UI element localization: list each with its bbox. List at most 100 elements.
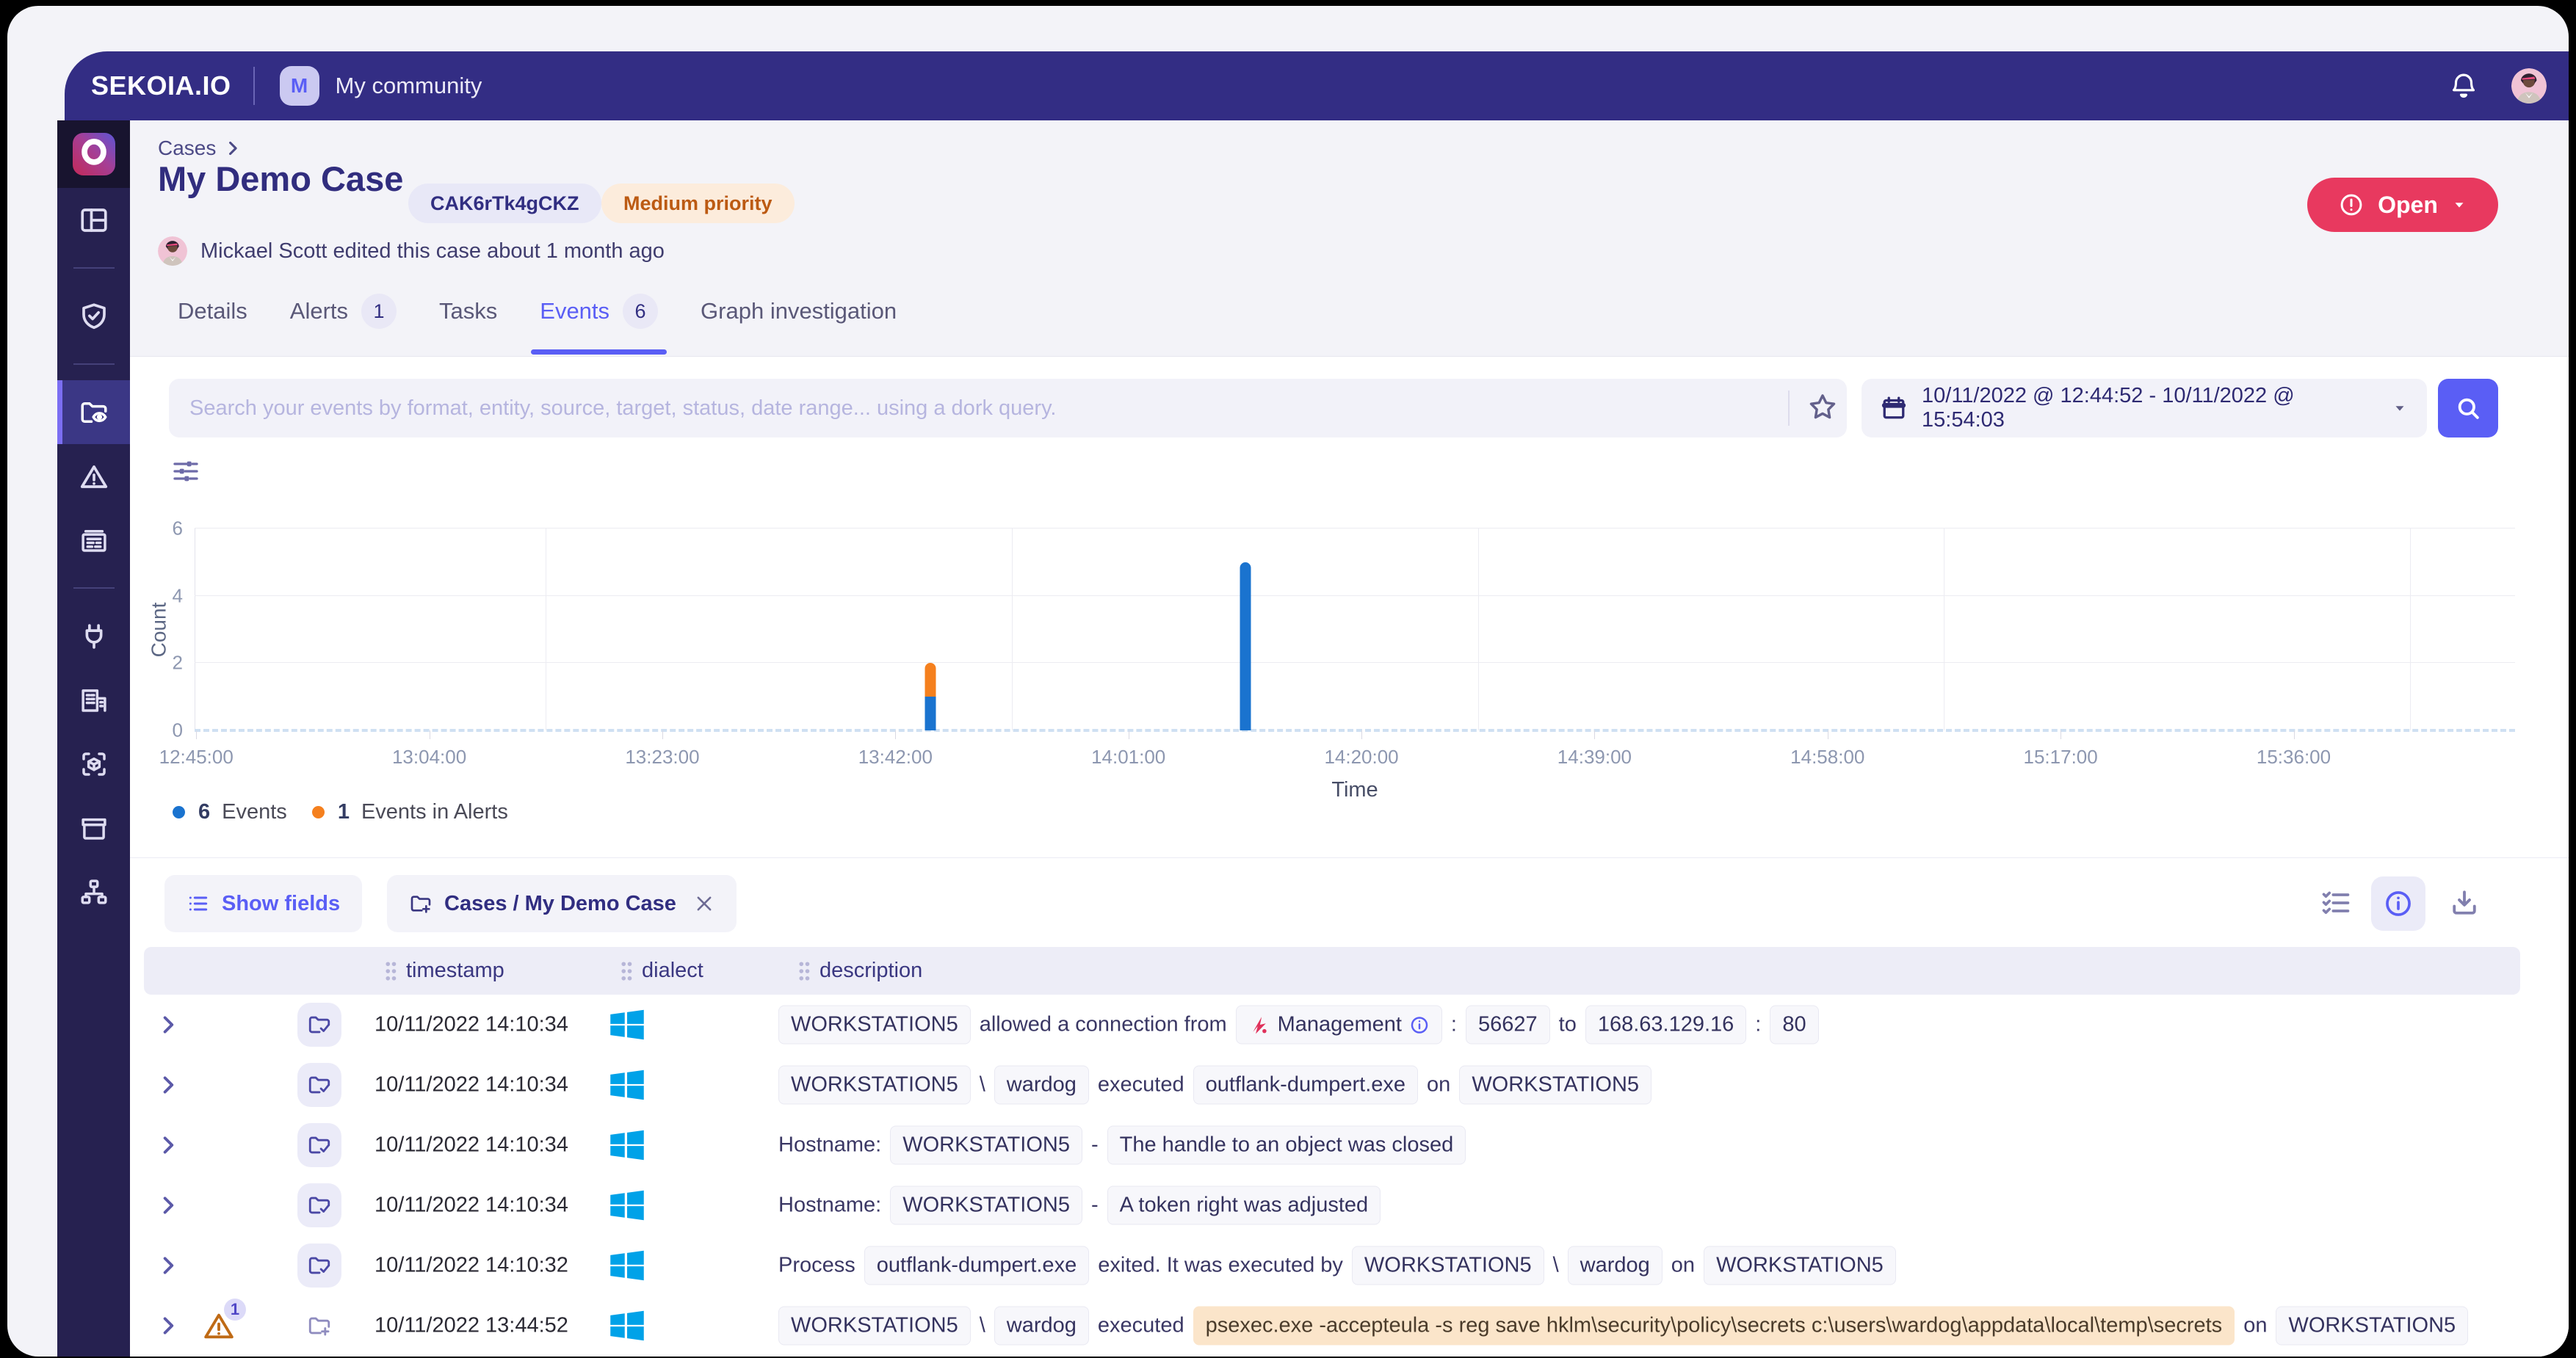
expand-chevron-icon[interactable] <box>158 1315 178 1336</box>
folder-plus-icon[interactable] <box>297 1304 341 1348</box>
folder-check-icon[interactable] <box>297 1243 341 1288</box>
histogram-bar[interactable] <box>1240 562 1251 730</box>
show-fields-button[interactable]: Show fields <box>164 875 362 932</box>
value-chip[interactable]: The handle to an object was closed <box>1107 1126 1466 1165</box>
sidebar-item-hierarchy[interactable] <box>57 860 130 923</box>
user-avatar[interactable] <box>2511 68 2547 104</box>
column-label: dialect <box>642 959 703 983</box>
intel-chip[interactable]: Management <box>1236 1006 1442 1045</box>
info-icon[interactable] <box>2371 876 2425 931</box>
highlighted-command-chip[interactable]: psexec.exe -accepteula -s reg save hklm\… <box>1193 1307 2235 1346</box>
value-chip[interactable]: A token right was adjusted <box>1107 1186 1381 1225</box>
sidebar-item-assets[interactable] <box>57 732 130 796</box>
search-button[interactable] <box>2438 379 2498 437</box>
tab-count-badge: 6 <box>623 294 658 329</box>
tab-alerts[interactable]: Alerts1 <box>290 294 397 329</box>
tab-label: Events <box>540 298 609 324</box>
sidebar-item-cases[interactable] <box>57 380 130 444</box>
folder-check-icon[interactable] <box>297 1123 341 1167</box>
star-icon[interactable] <box>1806 391 1839 424</box>
expand-chevron-icon[interactable] <box>158 1135 178 1155</box>
expand-chevron-icon[interactable] <box>158 1014 178 1035</box>
value-chip[interactable]: wardog <box>1568 1246 1663 1285</box>
sekoia-logo[interactable] <box>57 120 130 188</box>
x-tick-label: 12:45:00 <box>159 746 234 769</box>
value-chip[interactable]: WORKSTATION5 <box>890 1186 1082 1225</box>
tab-tasks[interactable]: Tasks <box>439 298 497 324</box>
folder-check-icon[interactable] <box>297 1003 341 1047</box>
value-chip[interactable]: 168.63.129.16 <box>1585 1006 1746 1045</box>
column-header-timestamp[interactable]: timestamp <box>384 947 504 995</box>
download-icon[interactable] <box>2441 879 2488 926</box>
topbar-divider <box>253 67 255 105</box>
column-header-description[interactable]: description <box>797 947 922 995</box>
breadcrumb-cases[interactable]: Cases <box>158 137 216 160</box>
folder-check-icon[interactable] <box>297 1063 341 1107</box>
value-chip[interactable]: 56627 <box>1466 1006 1550 1045</box>
info-icon[interactable] <box>1409 1014 1430 1035</box>
table-body: 10/11/2022 14:10:34WORKSTATION5allowed a… <box>130 995 2569 1357</box>
bar-segment[interactable] <box>925 663 936 697</box>
value-chip[interactable]: WORKSTATION5 <box>1352 1246 1544 1285</box>
table-row[interactable]: 10/11/2022 14:10:32Processoutflank-dumpe… <box>130 1235 2569 1296</box>
value-chip[interactable]: WORKSTATION5 <box>778 1066 971 1105</box>
value-chip[interactable]: WORKSTATION5 <box>1704 1246 1896 1285</box>
events-histogram: 0246 12:45:00 13:04:00 13:23:00 13:42:00… <box>195 529 2515 730</box>
expand-chevron-icon[interactable] <box>158 1075 178 1095</box>
value-chip[interactable]: WORKSTATION5 <box>890 1126 1082 1165</box>
sidebar-item-dashboard[interactable] <box>57 188 130 252</box>
date-range-picker[interactable]: 10/11/2022 @ 12:44:52 - 10/11/2022 @ 15:… <box>1862 379 2427 437</box>
open-status-button[interactable]: Open <box>2307 178 2498 232</box>
sidebar-item-archive[interactable] <box>57 796 130 860</box>
drag-handle-icon[interactable] <box>384 960 399 982</box>
value-chip[interactable]: WORKSTATION5 <box>1459 1066 1651 1105</box>
chart-settings-icon[interactable] <box>171 457 200 486</box>
bar-segment[interactable] <box>925 697 936 730</box>
sidebar-item-integrations[interactable] <box>57 604 130 668</box>
folder-check-icon[interactable] <box>297 1183 341 1227</box>
legend-label[interactable]: Events in Alerts <box>361 800 508 824</box>
value-chip[interactable]: WORKSTATION5 <box>778 1307 971 1346</box>
table-row[interactable]: 10/11/2022 14:10:34Hostname:WORKSTATION5… <box>130 1115 2569 1175</box>
table-row[interactable]: 10/11/2022 14:10:34Hostname:WORKSTATION5… <box>130 1175 2569 1235</box>
table-row[interactable]: 10/11/2022 14:10:34WORKSTATION5\wardogex… <box>130 1055 2569 1115</box>
community-selector[interactable]: My community <box>336 73 482 99</box>
alert-warning-icon[interactable]: 1 <box>200 1309 239 1343</box>
bar-segment[interactable] <box>1240 562 1251 730</box>
legend-label[interactable]: Events <box>222 800 287 824</box>
search-input[interactable] <box>169 379 1847 437</box>
value-chip[interactable]: wardog <box>994 1307 1089 1346</box>
notifications-bell-icon[interactable] <box>2448 70 2479 101</box>
value-chip[interactable]: outflank-dumpert.exe <box>864 1246 1089 1285</box>
community-avatar[interactable]: M <box>280 66 319 106</box>
sidebar-item-organization[interactable] <box>57 668 130 732</box>
drag-handle-icon[interactable] <box>620 960 634 982</box>
sidebar-item-intelligence[interactable] <box>57 284 130 348</box>
editor-avatar <box>158 236 187 266</box>
tab-graph-investigation[interactable]: Graph investigation <box>701 298 897 324</box>
select-columns-icon[interactable] <box>2312 879 2359 926</box>
tab-events[interactable]: Events 6 <box>540 294 658 329</box>
show-fields-label: Show fields <box>222 892 340 916</box>
table-row[interactable]: 10/11/2022 14:10:34WORKSTATION5allowed a… <box>130 995 2569 1055</box>
x-tick-label: 14:58:00 <box>1790 746 1864 769</box>
value-chip[interactable]: 80 <box>1770 1006 1818 1045</box>
value-chip[interactable]: WORKSTATION5 <box>778 1006 971 1045</box>
tab-details[interactable]: Details <box>178 298 247 324</box>
case-filter-chip[interactable]: Cases / My Demo Case <box>387 875 737 932</box>
search-divider <box>1788 391 1790 426</box>
breadcrumb[interactable]: Cases <box>158 137 241 160</box>
histogram-bar[interactable] <box>925 663 936 730</box>
sidebar-item-alerts[interactable] <box>57 444 130 508</box>
expand-chevron-icon[interactable] <box>158 1255 178 1276</box>
sidebar-item-events[interactable] <box>57 508 130 572</box>
value-chip[interactable]: wardog <box>994 1066 1089 1105</box>
column-header-dialect[interactable]: dialect <box>620 947 703 995</box>
drag-handle-icon[interactable] <box>797 960 812 982</box>
value-chip[interactable]: WORKSTATION5 <box>2276 1307 2468 1346</box>
close-icon[interactable] <box>694 893 714 914</box>
expand-chevron-icon[interactable] <box>158 1195 178 1216</box>
value-chip[interactable]: outflank-dumpert.exe <box>1193 1066 1418 1105</box>
table-row[interactable]: 1 10/11/2022 13:44:52WORKSTATION5\wardog… <box>130 1296 2569 1356</box>
gridline-horizontal <box>195 528 2515 529</box>
